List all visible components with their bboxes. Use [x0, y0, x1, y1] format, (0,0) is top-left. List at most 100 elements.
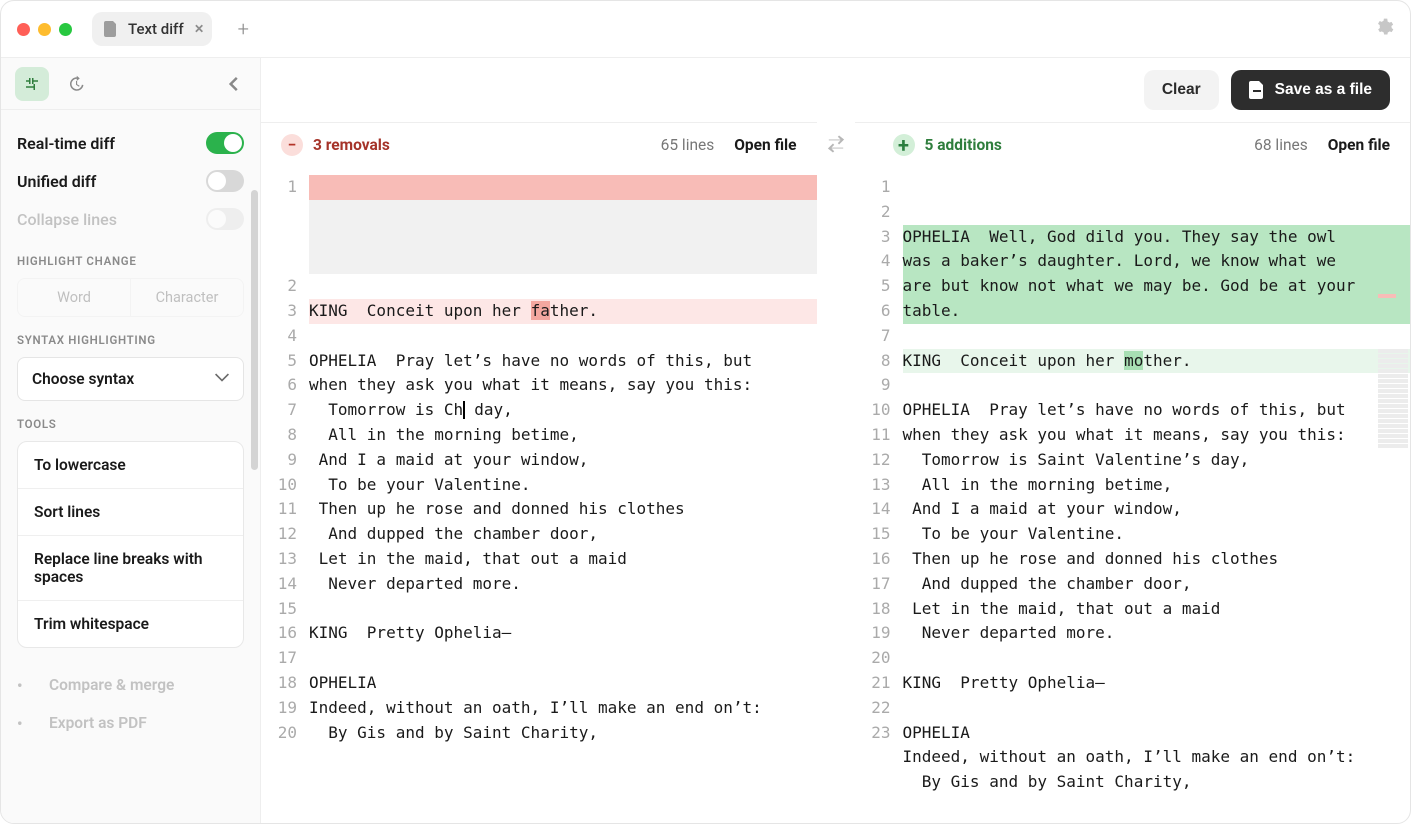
- code-line[interactable]: All in the morning betime,: [903, 473, 1411, 498]
- code-line[interactable]: [309, 597, 817, 622]
- close-window-button[interactable]: [17, 23, 30, 36]
- code-line[interactable]: are but know not what we may be. God be …: [903, 274, 1411, 299]
- swap-panes-button[interactable]: [817, 122, 855, 166]
- code-line[interactable]: KING Conceit upon her mother.: [903, 349, 1411, 374]
- option-label: Collapse lines: [17, 210, 117, 229]
- sidebar-collapse-button[interactable]: [220, 71, 246, 97]
- left-pane-header: − 3 removals 65 lines Open file: [261, 123, 817, 167]
- right-gutter: 1234567891011121314151617181920212223: [855, 167, 899, 823]
- code-line[interactable]: Indeed, without an oath, I’ll make an en…: [903, 745, 1411, 770]
- sidebar-scrollbar[interactable]: [251, 190, 258, 470]
- chevron-down-icon: [215, 370, 229, 388]
- code-line[interactable]: And dupped the chamber door,: [309, 522, 817, 547]
- option-unified-diff: Unified diff: [17, 162, 244, 200]
- code-line[interactable]: By Gis and by Saint Charity,: [309, 721, 817, 746]
- right-editor[interactable]: 1234567891011121314151617181920212223 OP…: [855, 167, 1411, 823]
- code-line[interactable]: And I a maid at your window,: [309, 448, 817, 473]
- code-line[interactable]: All in the morning betime,: [309, 423, 817, 448]
- sliders-icon[interactable]: [15, 67, 49, 101]
- section-tools: TOOLS: [17, 417, 244, 431]
- code-line[interactable]: [309, 249, 817, 274]
- left-line-count: 65 lines: [661, 136, 715, 154]
- code-line[interactable]: Never departed more.: [309, 572, 817, 597]
- tool-item[interactable]: Replace line breaks with spaces: [18, 535, 243, 600]
- titlebar: Text diff × +: [1, 1, 1410, 57]
- tool-item[interactable]: Trim whitespace: [18, 600, 243, 647]
- settings-icon[interactable]: [1374, 17, 1394, 42]
- code-line[interactable]: [903, 373, 1411, 398]
- code-line[interactable]: By Gis and by Saint Charity,: [903, 770, 1411, 795]
- code-line[interactable]: KING Pretty Ophelia—: [309, 621, 817, 646]
- window-controls: [17, 23, 72, 36]
- code-line[interactable]: Then up he rose and donned his clothes: [903, 547, 1411, 572]
- history-icon[interactable]: [59, 67, 93, 101]
- minimap[interactable]: [1378, 175, 1408, 498]
- code-line[interactable]: And I a maid at your window,: [903, 497, 1411, 522]
- code-line[interactable]: OPHELIA Pray let’s have no words of this…: [309, 349, 817, 374]
- tool-item[interactable]: To lowercase: [18, 442, 243, 488]
- code-line[interactable]: OPHELIA Well, God dild you. They say the…: [903, 225, 1411, 250]
- seg-word[interactable]: Word: [18, 279, 130, 316]
- right-code[interactable]: OPHELIA Well, God dild you. They say the…: [899, 167, 1411, 823]
- syntax-value: Choose syntax: [32, 370, 134, 388]
- minimize-window-button[interactable]: [38, 23, 51, 36]
- code-line[interactable]: [309, 646, 817, 671]
- left-editor[interactable]: 1234567891011121314151617181920 KING Con…: [261, 167, 817, 823]
- code-line[interactable]: OPHELIA: [903, 721, 1411, 746]
- code-line[interactable]: To be your Valentine.: [309, 473, 817, 498]
- code-line[interactable]: Let in the maid, that out a maid: [903, 597, 1411, 622]
- code-line[interactable]: [309, 200, 817, 225]
- maximize-window-button[interactable]: [59, 23, 72, 36]
- section-highlight-change: HIGHLIGHT CHANGE: [17, 254, 244, 268]
- additions-summary: 5 additions: [925, 136, 1002, 154]
- removals-summary: 3 removals: [313, 136, 390, 154]
- code-line[interactable]: OPHELIA Pray let’s have no words of this…: [903, 398, 1411, 423]
- tools-list: To lowercaseSort linesReplace line break…: [17, 441, 244, 648]
- code-line[interactable]: To be your Valentine.: [903, 522, 1411, 547]
- seg-character[interactable]: Character: [130, 279, 243, 316]
- code-line[interactable]: [903, 696, 1411, 721]
- code-line[interactable]: Tomorrow is Ch day,: [309, 398, 817, 423]
- code-line[interactable]: And dupped the chamber door,: [903, 572, 1411, 597]
- code-line[interactable]: [903, 646, 1411, 671]
- code-line[interactable]: Then up he rose and donned his clothes: [309, 497, 817, 522]
- tab-title: Text diff: [128, 20, 184, 38]
- unified-diff-toggle[interactable]: [206, 170, 244, 192]
- code-line[interactable]: [903, 324, 1411, 349]
- left-code[interactable]: KING Conceit upon her father. OPHELIA Pr…: [305, 167, 817, 823]
- code-line[interactable]: was a baker’s daughter. Lord, we know wh…: [903, 249, 1411, 274]
- code-line[interactable]: KING Conceit upon her father.: [309, 299, 817, 324]
- syntax-dropdown[interactable]: Choose syntax: [17, 357, 244, 401]
- section-syntax: SYNTAX HIGHLIGHTING: [17, 333, 244, 347]
- clear-button[interactable]: Clear: [1144, 70, 1219, 110]
- code-line[interactable]: table.: [903, 299, 1411, 324]
- option-label: Real-time diff: [17, 134, 115, 153]
- code-line[interactable]: [309, 175, 817, 200]
- open-file-right[interactable]: Open file: [1328, 136, 1390, 154]
- code-line[interactable]: [309, 225, 817, 250]
- save-as-file-button[interactable]: Save as a file: [1231, 70, 1390, 110]
- plus-badge-icon: +: [893, 134, 915, 156]
- code-line[interactable]: when they ask you what it means, say you…: [903, 423, 1411, 448]
- code-line[interactable]: KING Pretty Ophelia—: [903, 671, 1411, 696]
- code-line[interactable]: when they ask you what it means, say you…: [309, 373, 817, 398]
- realtime-diff-toggle[interactable]: [206, 132, 244, 154]
- code-line[interactable]: [309, 324, 817, 349]
- sidebar-header: [1, 58, 260, 110]
- file-icon: [1249, 81, 1265, 99]
- code-line[interactable]: [309, 274, 817, 299]
- tool-item[interactable]: Sort lines: [18, 488, 243, 535]
- document-icon: [104, 21, 118, 37]
- new-tab-button[interactable]: +: [238, 17, 249, 41]
- right-pane: + 5 additions 68 lines Open file 1234567…: [855, 122, 1411, 823]
- code-line[interactable]: OPHELIA: [309, 671, 817, 696]
- tab-text-diff[interactable]: Text diff ×: [92, 12, 212, 46]
- tab-close-icon[interactable]: ×: [195, 21, 204, 38]
- minus-badge-icon: −: [281, 134, 303, 156]
- code-line[interactable]: Never departed more.: [903, 621, 1411, 646]
- code-line[interactable]: Tomorrow is Saint Valentine’s day,: [903, 448, 1411, 473]
- open-file-left[interactable]: Open file: [734, 136, 796, 154]
- code-line[interactable]: Indeed, without an oath, I’ll make an en…: [309, 696, 817, 721]
- disabled-item: •Export as PDF: [17, 704, 244, 742]
- code-line[interactable]: Let in the maid, that out a maid: [309, 547, 817, 572]
